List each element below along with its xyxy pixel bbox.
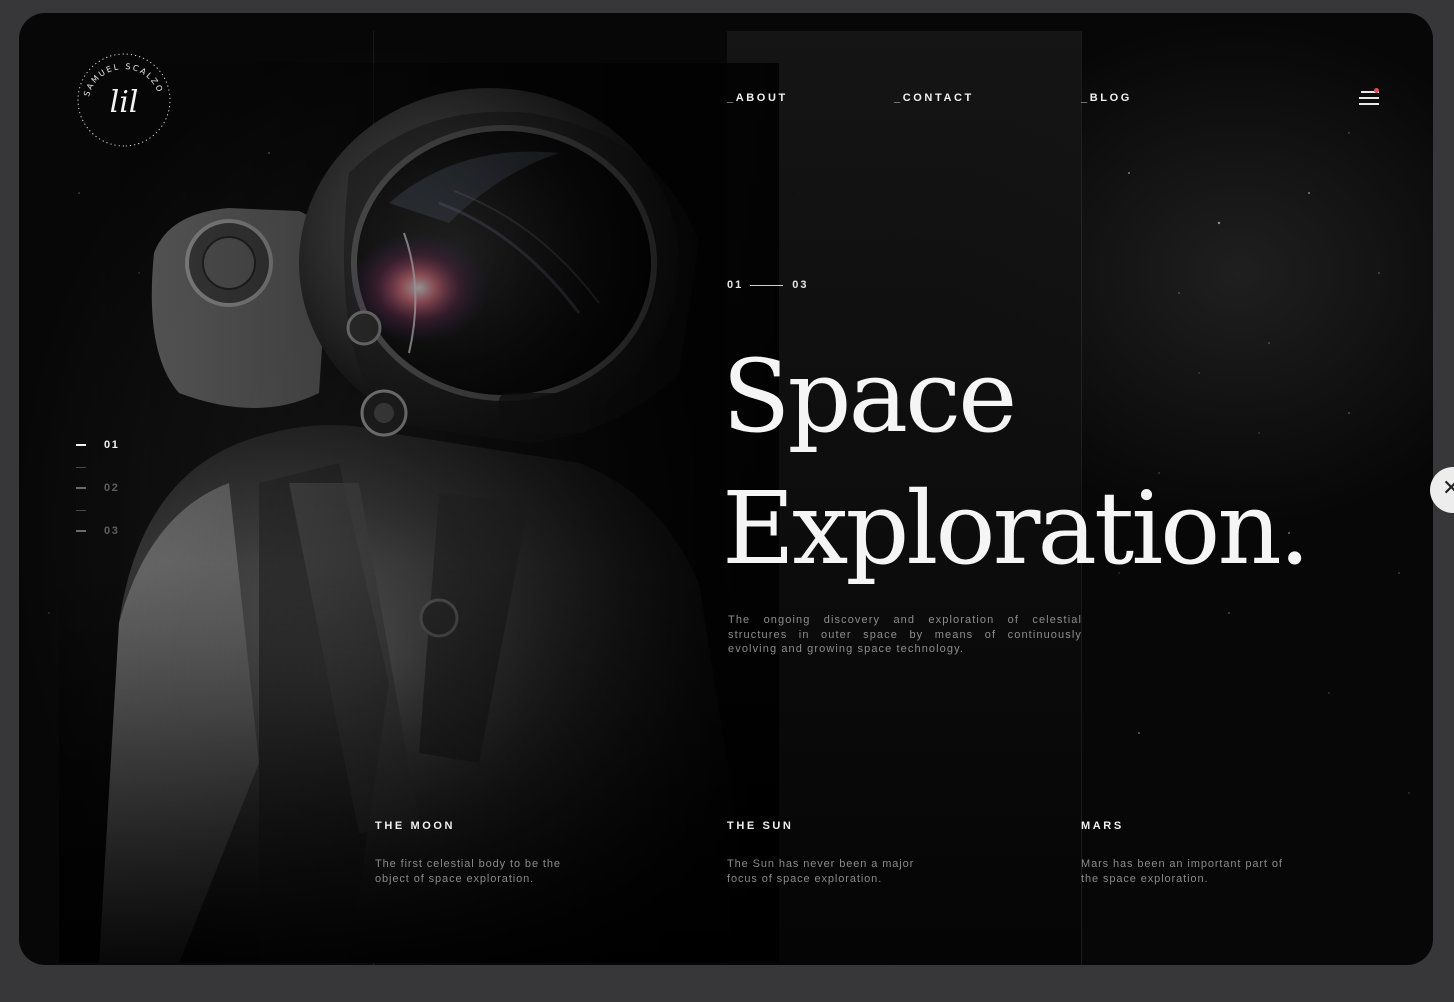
slide-total: 03: [792, 279, 809, 291]
pager-item-2[interactable]: 02: [76, 482, 119, 494]
close-x-icon: ✕: [1442, 476, 1454, 501]
slide-current: 01: [727, 279, 744, 291]
slide-counter: 01 03: [727, 279, 809, 291]
planet-text: The first celestial body to be the objec…: [375, 858, 561, 885]
planet-title[interactable]: MARS: [1081, 820, 1321, 832]
planet-card-moon: THE MOON The first celestial body to be …: [375, 820, 615, 886]
pager-label: 01: [104, 439, 120, 451]
pager-label: 02: [104, 482, 120, 494]
overlay-close-button[interactable]: ✕: [1430, 467, 1454, 513]
pager-item-3[interactable]: 03: [76, 525, 119, 537]
planet-text: Mars has been an important part of the s…: [1081, 858, 1283, 885]
nav-about[interactable]: _ABOUT: [727, 92, 788, 104]
planet-title[interactable]: THE SUN: [727, 820, 967, 832]
pager-label: 03: [104, 525, 120, 537]
planet-card-sun: THE SUN The Sun has never been a major f…: [727, 820, 967, 886]
planet-title[interactable]: THE MOON: [375, 820, 615, 832]
pager-tick: [76, 510, 86, 511]
hero-title-line-2: Exploration.: [722, 470, 1311, 587]
pager-tick: [76, 467, 86, 468]
pager-bar: [76, 444, 86, 446]
pager-bar: [76, 487, 86, 489]
menu-button[interactable]: [1353, 86, 1381, 110]
brand-monogram: lil: [110, 85, 139, 120]
hero-title: Space Exploration.: [722, 331, 1311, 595]
hero-card: SAMUEL SCALZO lil _ABOUT _CONTACT _BLOG …: [19, 13, 1433, 965]
nav-blog[interactable]: _BLOG: [1081, 92, 1132, 104]
hero-title-line-1: Space: [722, 338, 1017, 455]
pager-bar: [76, 530, 86, 532]
slide-counter-dash: [750, 284, 784, 286]
planet-card-mars: MARS Mars has been an important part of …: [1081, 820, 1321, 886]
pager-item-1[interactable]: 01: [76, 439, 119, 451]
nav-contact[interactable]: _CONTACT: [894, 92, 974, 104]
hero-intro: The ongoing discovery and exploration of…: [728, 614, 1082, 655]
brand-logo: SAMUEL SCALZO lil: [77, 53, 171, 147]
planet-text: The Sun has never been a major focus of …: [727, 858, 915, 885]
notification-dot: [1374, 88, 1379, 93]
